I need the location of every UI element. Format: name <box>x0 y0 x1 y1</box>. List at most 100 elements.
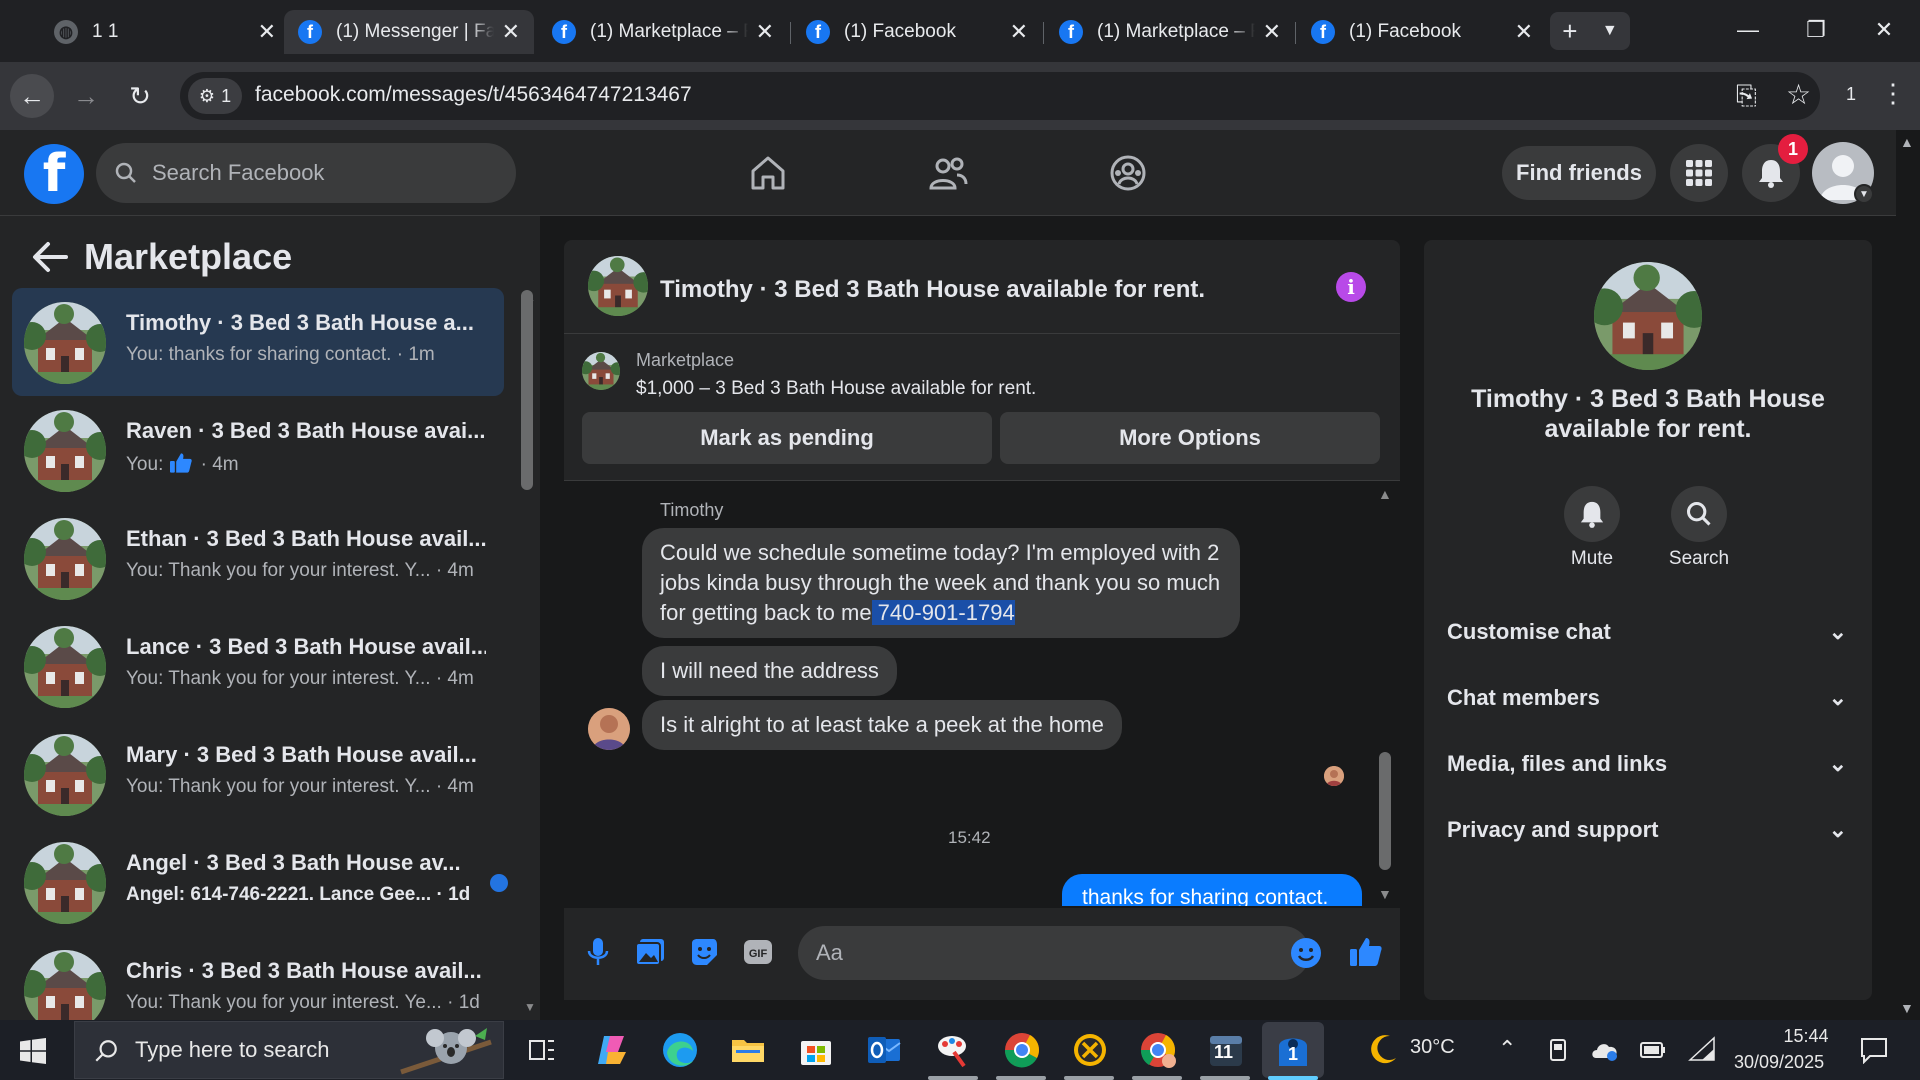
close-tab-icon[interactable]: ✕ <box>1010 19 1028 45</box>
friends-nav-icon[interactable] <box>918 148 978 198</box>
wifi-icon[interactable] <box>1688 1036 1716 1067</box>
windows-start-icon[interactable] <box>20 1038 46 1069</box>
chat-title[interactable]: Timothy · 3 Bed 3 Bath House available f… <box>660 276 1205 304</box>
more-options-button[interactable]: More Options <box>1000 412 1380 464</box>
file-explorer-icon[interactable] <box>726 1028 770 1072</box>
browser-tab[interactable]: f (1) Marketplace – Facebook ✕ <box>538 10 788 54</box>
close-window-icon[interactable]: ✕ <box>1854 10 1914 50</box>
new-tab-icon[interactable]: + <box>1562 16 1577 47</box>
weather-temperature[interactable]: 30°C <box>1410 1036 1455 1059</box>
facebook-logo-icon[interactable]: f <box>24 144 84 204</box>
account-chevron-down-icon[interactable]: ▼ <box>1854 184 1874 204</box>
chat-members-row[interactable]: Chat members ⌄ <box>1447 678 1847 718</box>
mute-bell-icon[interactable] <box>1564 486 1620 542</box>
close-tab-icon[interactable]: ✕ <box>258 19 276 45</box>
copilot-icon[interactable] <box>590 1028 634 1072</box>
groups-nav-icon[interactable] <box>1098 148 1158 198</box>
install-app-icon[interactable]: ⎘ <box>1736 80 1757 112</box>
close-tab-icon[interactable]: ✕ <box>1263 19 1281 45</box>
sender-avatar[interactable] <box>588 708 630 750</box>
sidebar-conversation-item[interactable]: Raven · 3 Bed 3 Bath House avai... You: ·… <box>12 396 504 504</box>
tab-search-chevron-icon[interactable]: ▼ <box>1602 22 1618 40</box>
listing-title[interactable]: $1,000 – 3 Bed 3 Bath House available fo… <box>636 378 1036 400</box>
facebook-search-input[interactable]: Search Facebook <box>96 143 516 203</box>
sidebar-conversation-item[interactable]: Mary · 3 Bed 3 Bath House avail... You: T… <box>12 720 504 828</box>
tray-chevron-up-icon[interactable]: ⌃ <box>1498 1036 1516 1062</box>
menu-grid-icon[interactable] <box>1670 144 1728 202</box>
meet-now-icon[interactable] <box>1546 1038 1570 1067</box>
listing-thumbnail[interactable] <box>582 352 620 390</box>
clock-date[interactable]: 30/09/2025 <box>1734 1052 1824 1073</box>
incoming-message[interactable]: Is it alright to at least take a peek at… <box>642 700 1122 750</box>
close-tab-icon[interactable]: ✕ <box>502 19 520 45</box>
browser-tab[interactable]: f (1) Facebook ✕ <box>1297 10 1547 54</box>
sticker-icon[interactable] <box>686 934 722 970</box>
menu-dots-icon[interactable]: ⋮ <box>1880 78 1906 109</box>
taskbar-search-input[interactable]: Type here to search <box>74 1021 504 1079</box>
forward-arrow-icon[interactable]: → <box>64 74 108 118</box>
bookmark-star-icon[interactable]: ☆ <box>1786 78 1811 111</box>
microphone-icon[interactable] <box>580 934 616 970</box>
home-nav-icon[interactable] <box>738 148 798 198</box>
profile-count[interactable]: 1 <box>1846 84 1856 105</box>
scroll-down-arrow-icon[interactable]: ▼ <box>1900 1000 1914 1016</box>
details-avatar[interactable] <box>1594 262 1702 370</box>
clock-time[interactable]: 15:44 <box>1760 1026 1852 1047</box>
scroll-up-arrow-icon[interactable]: ▲ <box>1900 134 1914 150</box>
onedrive-icon[interactable] <box>1590 1038 1620 1067</box>
browser-tab[interactable]: ◍ 1 1 ✕ <box>40 10 290 54</box>
sidebar-conversation-item[interactable]: Angel · 3 Bed 3 Bath House av... Angel: 6… <box>12 828 508 936</box>
scroll-up-arrow-icon[interactable]: ▲ <box>1378 486 1392 502</box>
back-arrow-icon[interactable] <box>30 240 70 274</box>
browser-tab[interactable]: f (1) Marketplace – Facebook ✕ <box>1045 10 1295 54</box>
incoming-message[interactable]: I will need the address <box>642 646 897 696</box>
chrome-profile-icon[interactable] <box>1136 1028 1180 1072</box>
privacy-support-row[interactable]: Privacy and support ⌄ <box>1447 810 1847 850</box>
restore-window-icon[interactable]: ❐ <box>1786 10 1846 50</box>
chat-avatar[interactable] <box>588 256 648 316</box>
sidebar-conversation-item[interactable]: Ethan · 3 Bed 3 Bath House avail... You: … <box>12 504 504 612</box>
battery-icon[interactable] <box>1640 1040 1666 1065</box>
search-conversation-icon[interactable] <box>1671 486 1727 542</box>
photo-attach-icon[interactable] <box>632 934 668 970</box>
task-view-icon[interactable] <box>520 1028 564 1072</box>
page-scrollbar[interactable] <box>1896 130 1920 1020</box>
sidebar-conversation-item[interactable]: Lance · 3 Bed 3 Bath House avail... You: … <box>12 612 504 720</box>
site-info-button[interactable]: ⚙ 1 <box>188 78 242 114</box>
minimize-icon[interactable]: — <box>1718 10 1778 50</box>
media-files-links-row[interactable]: Media, files and links ⌄ <box>1447 744 1847 784</box>
outlook-icon[interactable] <box>862 1028 906 1072</box>
scroll-down-arrow-icon[interactable]: ▼ <box>1378 886 1392 902</box>
browser-tab[interactable]: f (1) Facebook ✕ <box>792 10 1042 54</box>
message-scrollbar[interactable] <box>1379 752 1391 870</box>
emoji-icon[interactable] <box>1290 937 1322 969</box>
calendar-app-icon[interactable]: 11 <box>1204 1028 1248 1072</box>
highlighted-phone-number[interactable]: 740-901-1794 <box>871 600 1015 625</box>
reload-icon[interactable]: ↻ <box>118 74 162 118</box>
message-input[interactable]: Aa <box>798 926 1310 980</box>
scroll-down-arrow-icon[interactable]: ▼ <box>524 1000 536 1014</box>
back-arrow-icon[interactable]: ← <box>10 74 54 118</box>
url-text[interactable]: facebook.com/messages/t/4563464747213467 <box>255 83 692 107</box>
close-tab-icon[interactable]: ✕ <box>756 19 774 45</box>
paint-app-icon[interactable] <box>932 1028 976 1072</box>
info-icon[interactable]: i <box>1336 272 1366 302</box>
incoming-message[interactable]: Could we schedule sometime today? I'm em… <box>642 528 1240 638</box>
microsoft-store-icon[interactable] <box>794 1028 838 1072</box>
xbox-app-icon[interactable] <box>1068 1028 1112 1072</box>
chrome-icon[interactable] <box>1000 1028 1044 1072</box>
weather-moon-icon[interactable] <box>1364 1032 1400 1073</box>
browser-tab-active[interactable]: f (1) Messenger | Facebook ✕ <box>284 10 534 54</box>
sidebar-scrollbar[interactable] <box>521 290 533 490</box>
thumbs-up-icon[interactable] <box>1348 934 1384 970</box>
outgoing-message[interactable]: thanks for sharing contact. <box>1062 874 1362 906</box>
active-app-icon[interactable]: 1 <box>1262 1022 1324 1078</box>
mark-as-pending-button[interactable]: Mark as pending <box>582 412 992 464</box>
gif-icon[interactable]: GIF <box>740 934 776 970</box>
sidebar-conversation-item[interactable]: Timothy · 3 Bed 3 Bath House a... You: th… <box>12 288 504 396</box>
customise-chat-row[interactable]: Customise chat ⌄ <box>1447 612 1847 652</box>
close-tab-icon[interactable]: ✕ <box>1515 19 1533 45</box>
notification-center-icon[interactable] <box>1860 1036 1888 1069</box>
edge-browser-icon[interactable] <box>658 1028 702 1072</box>
find-friends-button[interactable]: Find friends <box>1502 146 1656 200</box>
